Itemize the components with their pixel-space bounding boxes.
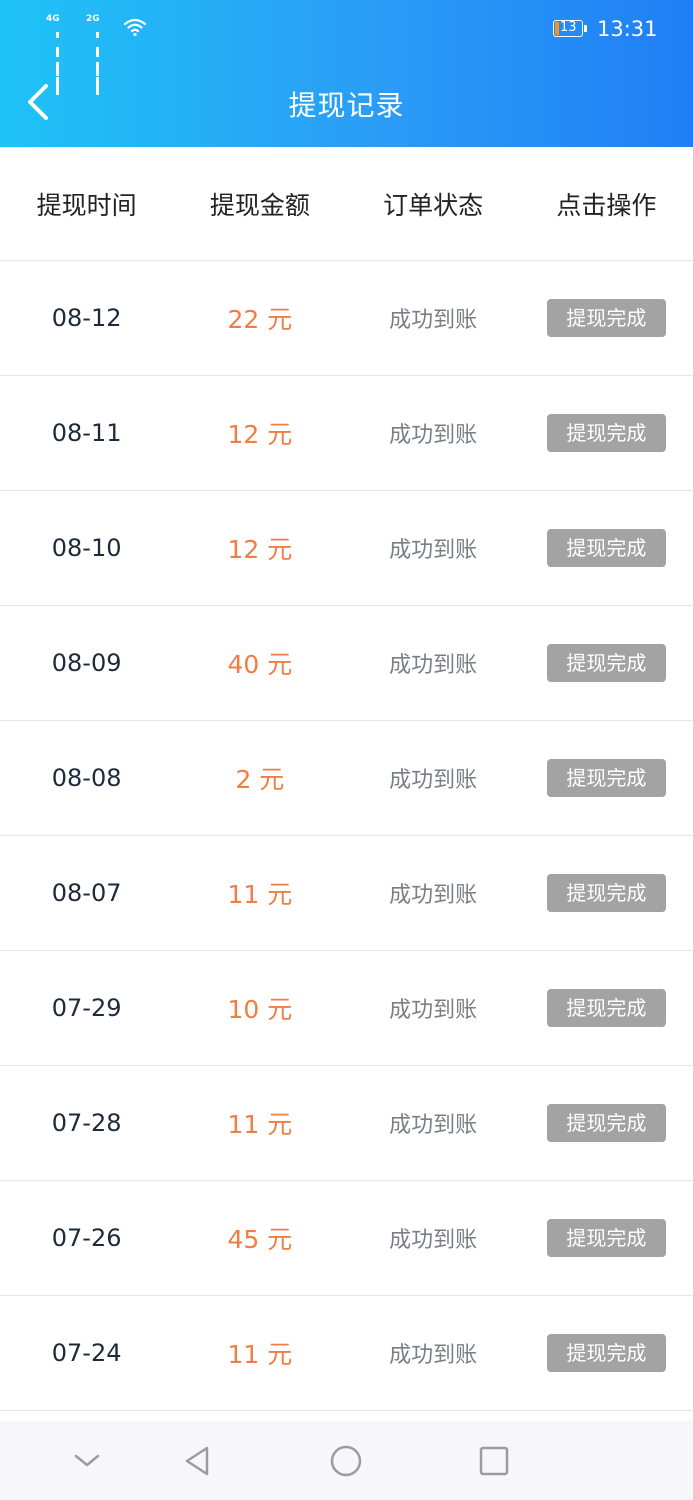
row-status: 成功到账 [389,768,478,793]
row-status: 成功到账 [389,1343,478,1368]
withdraw-complete-button[interactable]: 提现完成 [546,874,666,912]
row-amount: 2 元 [235,765,285,794]
row-amount: 45 元 [227,1225,293,1254]
row-status: 成功到账 [389,538,478,563]
row-amount: 11 元 [227,1340,293,1369]
table-row: 08-11 12 元 成功到账 提现完成 [0,376,693,491]
page-title: 提现记录 [288,89,405,122]
row-amount: 22 元 [227,305,293,334]
row-status: 成功到账 [389,998,478,1023]
battery-icon: 13 [553,20,583,37]
table-row: 07-28 11 元 成功到账 提现完成 [0,1066,693,1181]
wifi-icon [123,18,147,37]
withdraw-complete-button[interactable]: 提现完成 [546,1219,666,1257]
app-header: 4G 2G 13 13:31 提现记录 [0,0,693,147]
column-header-action: 点击操作 [556,190,657,220]
row-date: 08-10 [51,534,122,562]
column-header-amount: 提现金额 [209,190,310,220]
withdraw-complete-button[interactable]: 提现完成 [546,299,666,337]
row-amount: 11 元 [227,1110,293,1139]
system-nav-bar [0,1421,693,1500]
row-date: 07-24 [51,1339,122,1367]
row-status: 成功到账 [389,308,478,333]
withdraw-complete-button[interactable]: 提现完成 [546,989,666,1027]
row-date: 07-28 [51,1109,122,1137]
row-amount: 40 元 [227,650,293,679]
row-date: 07-29 [51,994,122,1022]
row-date: 08-07 [51,879,122,907]
table-header: 提现时间 提现金额 订单状态 点击操作 [0,147,693,261]
row-date: 08-09 [51,649,122,677]
row-date: 08-08 [51,764,122,792]
withdraw-complete-button[interactable]: 提现完成 [546,529,666,567]
withdraw-complete-button[interactable]: 提现完成 [546,644,666,682]
withdraw-complete-button[interactable]: 提现完成 [546,414,666,452]
row-amount: 10 元 [227,995,293,1024]
home-circle-icon[interactable] [326,1441,366,1481]
table-row: 08-10 12 元 成功到账 提现完成 [0,491,693,606]
withdrawal-table: 提现时间 提现金额 订单状态 点击操作 08-12 22 元 成功到账 提现完成… [0,147,693,1411]
row-amount: 12 元 [227,535,293,564]
table-row: 07-29 10 元 成功到账 提现完成 [0,951,693,1066]
table-row: 07-24 11 元 成功到账 提现完成 [0,1296,693,1411]
table-row: 08-08 2 元 成功到账 提现完成 [0,721,693,836]
column-header-time: 提现时间 [36,190,137,220]
row-status: 成功到账 [389,653,478,678]
table-row: 07-26 45 元 成功到账 提现完成 [0,1181,693,1296]
row-date: 08-11 [51,419,122,447]
row-date: 08-12 [51,304,122,332]
table-row: 08-09 40 元 成功到账 提现完成 [0,606,693,721]
row-status: 成功到账 [389,423,478,448]
row-status: 成功到账 [389,1113,478,1138]
table-row: 08-12 22 元 成功到账 提现完成 [0,261,693,376]
back-triangle-icon[interactable] [178,1441,218,1481]
row-amount: 12 元 [227,420,293,449]
battery-tip [584,25,587,32]
withdraw-complete-button[interactable]: 提现完成 [546,1104,666,1142]
row-date: 07-26 [51,1224,122,1252]
row-amount: 11 元 [227,880,293,909]
chevron-down-icon[interactable] [67,1441,107,1481]
withdraw-complete-button[interactable]: 提现完成 [546,1334,666,1372]
battery-level: 13 [560,20,577,35]
withdraw-complete-button[interactable]: 提现完成 [546,759,666,797]
row-status: 成功到账 [389,883,478,908]
column-header-status: 订单状态 [383,190,484,220]
table-row: 08-07 11 元 成功到账 提现完成 [0,836,693,951]
status-time: 13:31 [597,17,658,41]
row-status: 成功到账 [389,1228,478,1253]
status-bar: 4G 2G 13 13:31 [0,0,693,95]
recents-square-icon[interactable] [474,1441,514,1481]
